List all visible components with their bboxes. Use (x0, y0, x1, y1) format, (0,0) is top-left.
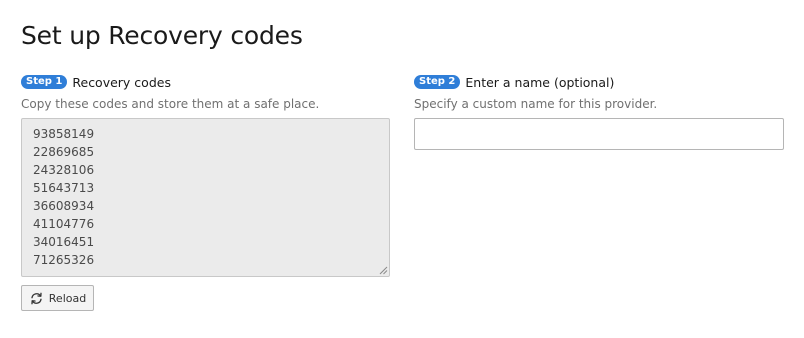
page-title: Set up Recovery codes (21, 21, 303, 50)
step2-description: Specify a custom name for this provider. (414, 97, 658, 111)
recovery-code: 34016451 (33, 235, 95, 249)
step2-badge: Step 2 (414, 75, 461, 89)
setup-recovery-codes-page: Set up Recovery codes Step 1 Recovery co… (0, 0, 804, 338)
step1-section: Step 1 Recovery codes Copy these codes a… (21, 73, 390, 311)
recovery-codes-textarea[interactable]: 93858149 22869685 24328106 51643713 3660… (21, 118, 390, 277)
step2-header: Step 2 Enter a name (optional) (414, 73, 784, 91)
step2-section: Step 2 Enter a name (optional) Specify a… (414, 73, 784, 150)
recovery-code: 24328106 (33, 163, 95, 177)
step1-description: Copy these codes and store them at a saf… (21, 97, 320, 111)
provider-name-input[interactable] (414, 118, 784, 150)
resize-grip-icon[interactable] (379, 266, 388, 275)
recovery-code: 51643713 (33, 181, 95, 195)
step1-header: Step 1 Recovery codes (21, 73, 390, 91)
refresh-icon (29, 291, 44, 306)
recovery-code: 36608934 (33, 199, 95, 213)
step1-badge: Step 1 (21, 75, 68, 89)
recovery-code: 93858149 (33, 127, 95, 141)
recovery-code: 71265326 (33, 253, 95, 267)
recovery-code: 41104776 (33, 217, 95, 231)
reload-button-label: Reload (48, 291, 87, 305)
recovery-code: 22869685 (33, 145, 95, 159)
step1-title: Recovery codes (72, 74, 171, 90)
reload-button[interactable]: Reload (21, 285, 94, 311)
step2-title: Enter a name (optional) (465, 74, 615, 90)
